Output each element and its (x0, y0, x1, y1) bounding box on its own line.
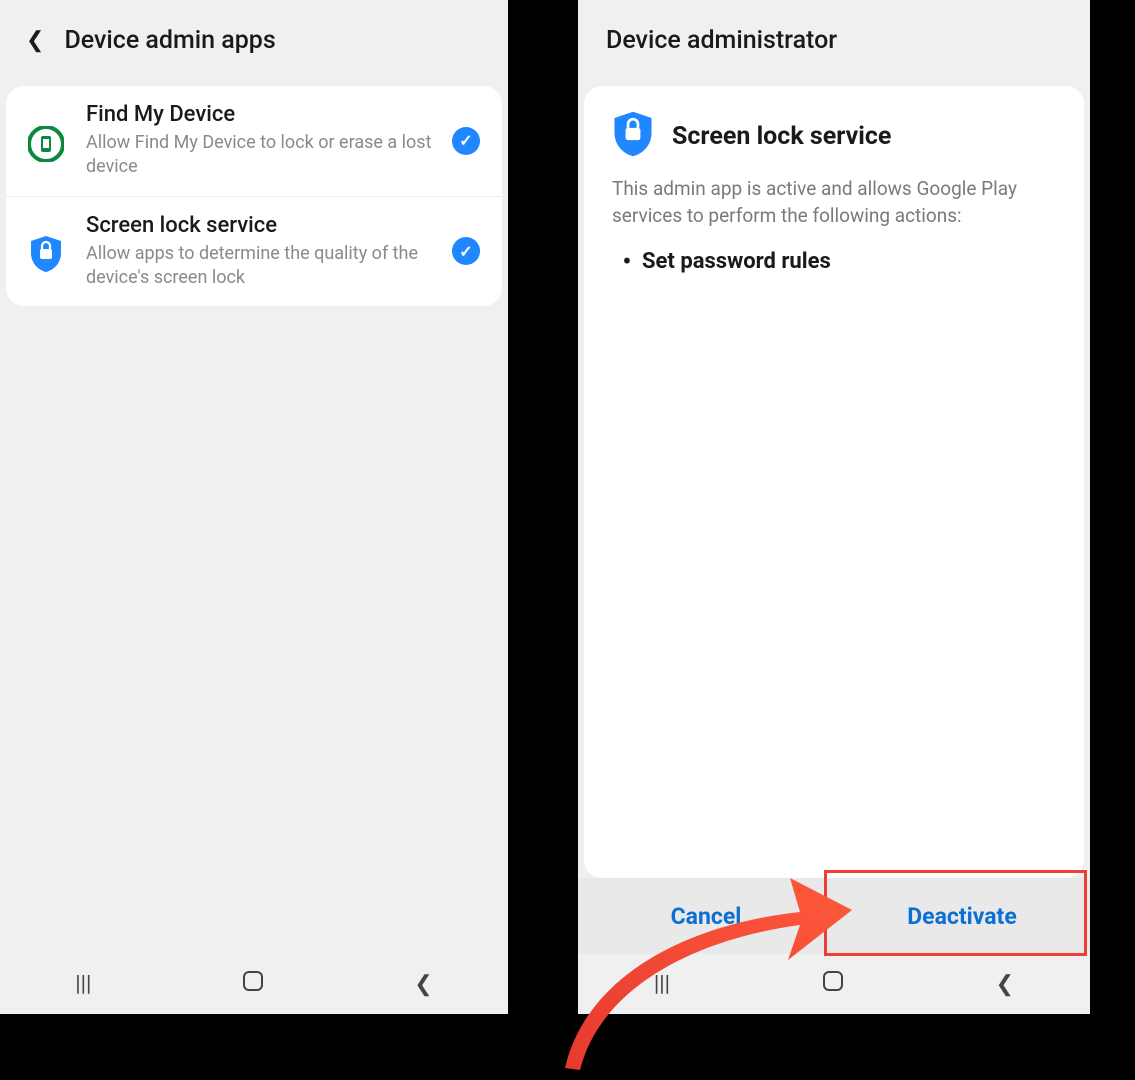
list-item-subtitle: Allow apps to determine the quality of t… (86, 242, 434, 291)
header: Device administrator (578, 0, 1090, 80)
admin-action-item: • Set password rules (612, 249, 1056, 274)
list-item-subtitle: Allow Find My Device to lock or erase a … (86, 131, 434, 180)
nav-back-icon[interactable]: ❮ (390, 964, 456, 1005)
admin-action-text: Set password rules (642, 249, 831, 274)
shield-lock-icon (20, 229, 72, 273)
nav-home-icon[interactable] (218, 962, 288, 1006)
check-icon: ✓ (452, 127, 480, 155)
checked-indicator: ✓ (444, 127, 488, 155)
header: ❮ Device admin apps (0, 0, 508, 80)
android-navbar: ||| ❮ (0, 954, 508, 1014)
list-item-body: Find My Device Allow Find My Device to l… (72, 102, 444, 180)
check-icon: ✓ (452, 237, 480, 265)
checked-indicator: ✓ (444, 237, 488, 265)
nav-recents-icon[interactable]: ||| (630, 964, 694, 1005)
app-name: Screen lock service (672, 122, 891, 151)
page-title: Device administrator (606, 26, 837, 55)
nav-home-icon[interactable] (798, 962, 868, 1006)
list-item-find-my-device[interactable]: Find My Device Allow Find My Device to l… (6, 86, 502, 197)
admin-description: This admin app is active and allows Goog… (612, 176, 1056, 229)
android-navbar: ||| ❮ (578, 954, 1090, 1014)
list-item-screen-lock-service[interactable]: Screen lock service Allow apps to determ… (6, 197, 502, 307)
back-icon[interactable]: ❮ (20, 28, 64, 53)
nav-recents-icon[interactable]: ||| (51, 964, 115, 1005)
shield-lock-icon (612, 110, 654, 162)
list-item-body: Screen lock service Allow apps to determ… (72, 213, 444, 291)
screen-device-administrator: Device administrator Screen lock service… (578, 0, 1090, 1014)
bullet-icon: • (612, 249, 642, 274)
list-item-title: Screen lock service (86, 213, 434, 238)
screen-device-admin-apps: ❮ Device admin apps Find My Device Allow… (0, 0, 508, 1014)
admin-apps-list: Find My Device Allow Find My Device to l… (6, 86, 502, 306)
detail-head: Screen lock service (612, 110, 1056, 162)
nav-back-icon[interactable]: ❮ (972, 964, 1038, 1005)
find-my-device-icon (20, 120, 72, 162)
admin-detail-card: Screen lock service This admin app is ac… (584, 86, 1084, 878)
list-item-title: Find My Device (86, 102, 434, 127)
annotation-highlight-box (824, 870, 1087, 956)
cancel-button[interactable]: Cancel (578, 878, 834, 954)
page-title: Device admin apps (64, 26, 275, 55)
